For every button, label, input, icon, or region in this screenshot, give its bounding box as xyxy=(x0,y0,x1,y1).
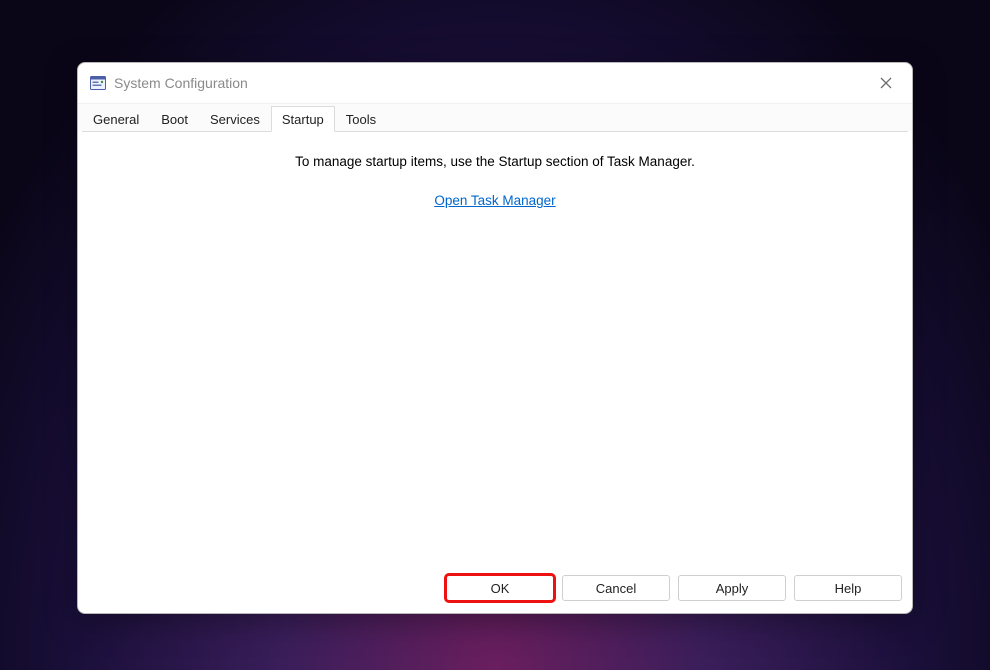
startup-message: To manage startup items, use the Startup… xyxy=(82,154,908,169)
tab-strip: General Boot Services Startup Tools xyxy=(78,103,912,131)
apply-button[interactable]: Apply xyxy=(678,575,786,601)
tab-boot[interactable]: Boot xyxy=(150,106,199,132)
tab-services[interactable]: Services xyxy=(199,106,271,132)
tab-tools[interactable]: Tools xyxy=(335,106,387,132)
ok-button[interactable]: OK xyxy=(446,575,554,601)
titlebar: System Configuration xyxy=(78,63,912,103)
tab-general[interactable]: General xyxy=(82,106,150,132)
cancel-button[interactable]: Cancel xyxy=(562,575,670,601)
msconfig-icon xyxy=(90,75,106,91)
startup-tab-content: To manage startup items, use the Startup… xyxy=(82,131,908,563)
close-icon xyxy=(880,77,892,89)
tab-startup[interactable]: Startup xyxy=(271,106,335,132)
window-title: System Configuration xyxy=(114,75,872,91)
system-configuration-dialog: System Configuration General Boot Servic… xyxy=(77,62,913,614)
help-button[interactable]: Help xyxy=(794,575,902,601)
close-button[interactable] xyxy=(872,69,900,97)
dialog-button-row: OK Cancel Apply Help xyxy=(78,563,912,613)
open-task-manager-link[interactable]: Open Task Manager xyxy=(434,193,555,208)
